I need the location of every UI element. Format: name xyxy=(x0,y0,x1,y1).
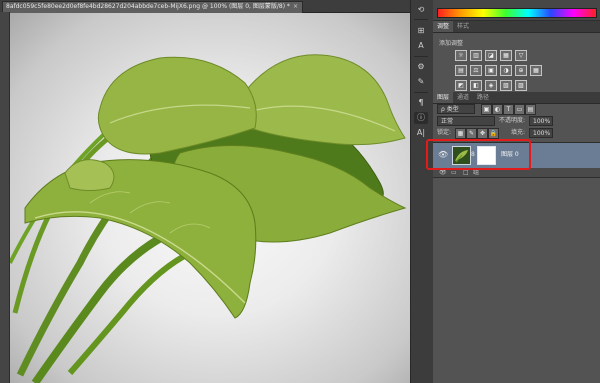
filter-smart-icon[interactable]: ▤ xyxy=(525,104,536,115)
opacity-field[interactable]: 100% xyxy=(529,116,553,126)
channel-mixer-icon[interactable]: ⊕ xyxy=(515,65,527,76)
leaf-curl-left xyxy=(64,159,115,191)
add-adjustment-title: 添加调整 xyxy=(439,40,464,47)
selective-color-icon[interactable]: ▨ xyxy=(515,80,527,91)
panel-icon-gutter: ⟲ ⊞ A ⚙ ✎ ¶ ⓘ A| xyxy=(410,0,434,383)
filter-shape-icon[interactable]: ▭ xyxy=(514,104,525,115)
fill-field[interactable]: 100% xyxy=(529,128,553,138)
tab-paths[interactable]: 路径 xyxy=(473,92,493,103)
color-panel xyxy=(433,0,600,21)
threshold-icon[interactable]: ◈ xyxy=(485,80,497,91)
tab-adjustments[interactable]: 调整 xyxy=(433,21,454,32)
tab-layers[interactable]: 图层 xyxy=(433,92,454,103)
rotate-icon[interactable]: ⟲ xyxy=(414,4,428,16)
hue-saturation-icon[interactable]: ▤ xyxy=(455,65,467,76)
filter-pixel-icon[interactable]: ▣ xyxy=(481,104,492,115)
color-spectrum[interactable] xyxy=(437,8,597,18)
posterize-icon[interactable]: ◧ xyxy=(470,80,482,91)
canvas-area[interactable] xyxy=(10,13,410,383)
info-icon[interactable]: ⓘ xyxy=(414,112,428,124)
leaf-top-right xyxy=(236,54,406,146)
black-white-icon[interactable]: ▣ xyxy=(485,65,497,76)
invert-icon[interactable]: ◩ xyxy=(455,80,467,91)
color-lookup-icon[interactable]: ▦ xyxy=(530,65,542,76)
brightness-icon[interactable]: ☼ xyxy=(455,50,467,61)
fill-label: 填充: xyxy=(511,129,526,136)
blend-mode-select[interactable]: 正常 xyxy=(437,116,495,126)
tab-channels[interactable]: 通道 xyxy=(453,92,473,103)
adjustments-tabbar: 调整 样式 xyxy=(433,21,600,33)
exposure-icon[interactable]: ▦ xyxy=(500,50,512,61)
gradient-map-icon[interactable]: ▧ xyxy=(500,80,512,91)
text-type-icon[interactable]: A| xyxy=(414,127,428,139)
photo-filter-icon[interactable]: ◑ xyxy=(500,65,512,76)
paragraph-icon[interactable]: ¶ xyxy=(414,97,428,109)
layers-tabbar: 图层 通道 路径 xyxy=(433,92,600,104)
lock-all-icon[interactable]: 🔒 xyxy=(488,128,499,139)
document-tab-bar: 8afdc059c5fe80ee2d0ef8fe4bd28627d204abbd… xyxy=(0,0,411,13)
lock-transparent-icon[interactable]: ▦ xyxy=(455,128,466,139)
lock-label: 锁定: xyxy=(437,129,452,136)
opacity-label: 不透明度: xyxy=(499,117,526,124)
settings-icon[interactable]: ⚙ xyxy=(414,61,428,73)
brush-icon[interactable]: ✎ xyxy=(414,76,428,88)
filter-type-icon[interactable]: T xyxy=(503,104,514,115)
document-title: 8afdc059c5fe80ee2d0ef8fe4bd28627d204abbd… xyxy=(6,3,290,10)
layer-highlight-box xyxy=(426,139,531,170)
document-tab[interactable]: 8afdc059c5fe80ee2d0ef8fe4bd28627d204abbd… xyxy=(2,1,303,13)
leaf-artwork xyxy=(10,54,407,383)
vibrance-icon[interactable]: ▽ xyxy=(515,50,527,61)
color-balance-icon[interactable]: ⚖ xyxy=(470,65,482,76)
filter-adjustment-icon[interactable]: ◐ xyxy=(492,104,503,115)
tab-styles[interactable]: 样式 xyxy=(453,21,473,32)
levels-icon[interactable]: ▥ xyxy=(470,50,482,61)
layer-filter-select[interactable]: ρ 类型 xyxy=(437,104,475,114)
curves-icon[interactable]: ◪ xyxy=(485,50,497,61)
close-tab-icon[interactable]: × xyxy=(293,3,298,10)
text-icon[interactable]: A xyxy=(414,40,428,52)
lock-image-icon[interactable]: ✎ xyxy=(466,128,477,139)
lock-position-icon[interactable]: ✥ xyxy=(477,128,488,139)
vertical-ruler xyxy=(0,12,10,383)
adjust-icon[interactable]: ⊞ xyxy=(414,25,428,37)
right-panel: 调整 样式 添加调整 ☼ ▥ ◪ ▦ ▽ ▤ ⚖ ▣ ◑ ⊕ ▦ ◩ ◧ ◈ ▧… xyxy=(433,0,600,383)
